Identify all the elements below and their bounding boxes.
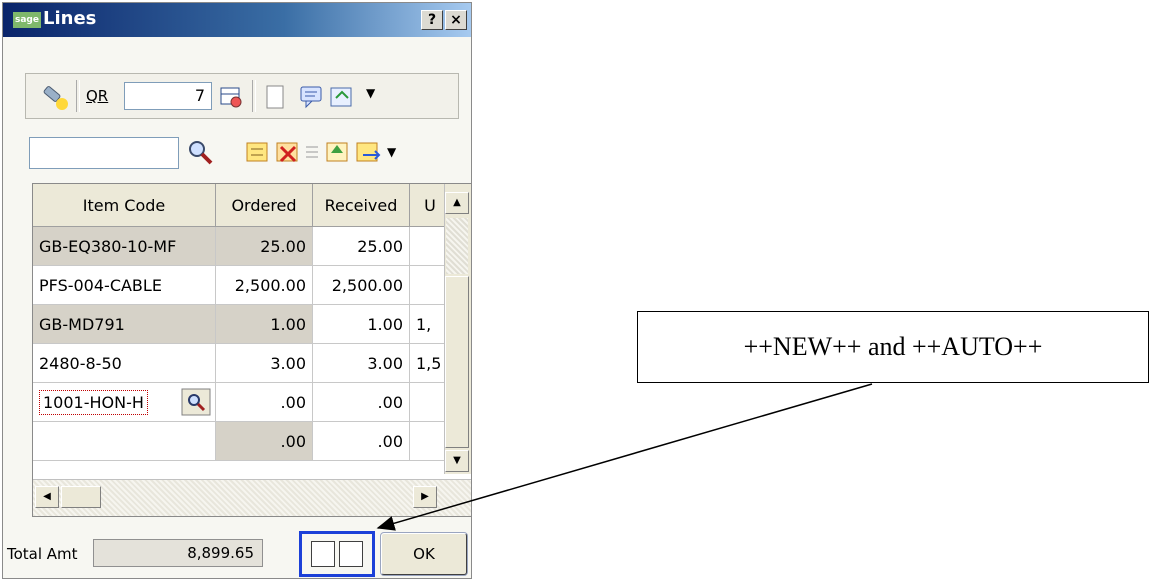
annotation-arrow	[376, 383, 873, 531]
arrow-line	[376, 383, 873, 531]
